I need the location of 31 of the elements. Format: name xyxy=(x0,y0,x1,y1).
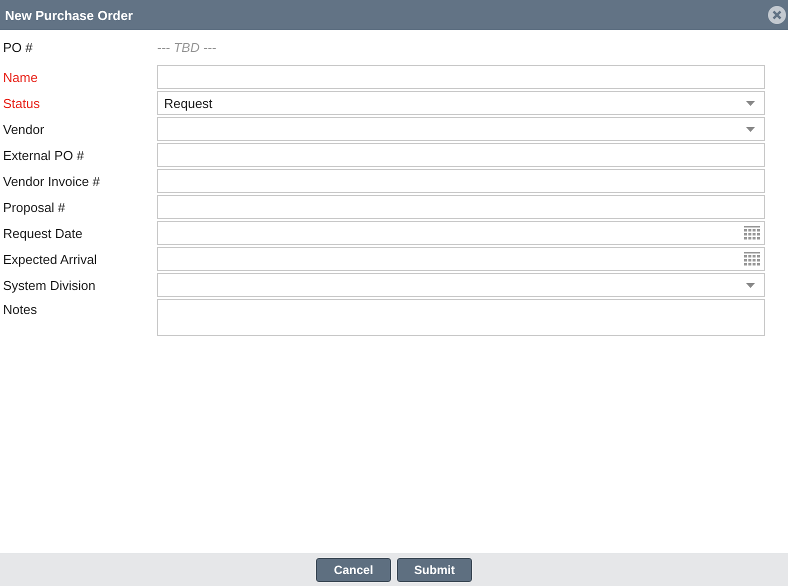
submit-button[interactable]: Submit xyxy=(397,558,472,582)
window-title: New Purchase Order xyxy=(5,8,133,22)
field-label: External PO # xyxy=(3,148,85,162)
field-label: Expected Arrival xyxy=(3,252,98,266)
field-label: Vendor Invoice # xyxy=(3,174,101,188)
input-field[interactable] xyxy=(157,143,765,167)
date-field[interactable] xyxy=(157,247,765,271)
field-label: Status xyxy=(3,96,41,110)
field-label: Vendor xyxy=(3,122,46,136)
field-label: Proposal # xyxy=(3,200,66,214)
cancel-button[interactable]: Cancel xyxy=(316,558,391,582)
input-field[interactable] xyxy=(157,169,765,193)
calendar-icon[interactable] xyxy=(744,252,760,266)
notes-field[interactable] xyxy=(157,299,765,336)
input-field[interactable] xyxy=(157,65,765,89)
caret-icon xyxy=(746,282,755,288)
field-label: Name xyxy=(3,70,39,84)
po-number-value: --- TBD --- xyxy=(157,40,216,54)
caret-icon xyxy=(746,100,755,106)
field-label: Request Date xyxy=(3,226,84,240)
dropdown-field[interactable] xyxy=(157,117,765,141)
dropdown-field[interactable]: Request xyxy=(157,91,765,115)
calendar-icon[interactable] xyxy=(744,226,760,240)
input-field[interactable] xyxy=(157,195,765,219)
dropdown-field[interactable] xyxy=(157,273,765,297)
caret-icon xyxy=(746,126,755,132)
field-label: Notes xyxy=(3,301,38,317)
field-label: PO # xyxy=(3,40,34,54)
field-label: System Division xyxy=(3,278,96,292)
close-icon[interactable] xyxy=(768,6,786,24)
date-field[interactable] xyxy=(157,221,765,245)
